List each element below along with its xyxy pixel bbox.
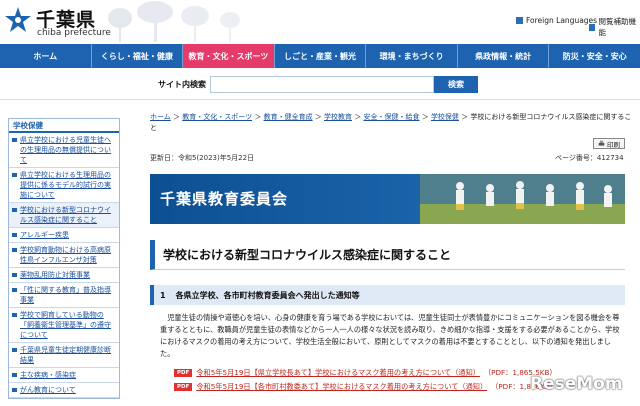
breadcrumb-link[interactable]: 教育・文化・スポーツ bbox=[182, 113, 252, 121]
breadcrumb-link[interactable]: 学校保健 bbox=[431, 113, 459, 121]
accessibility-link[interactable]: 閲覧補助機能 bbox=[589, 16, 640, 38]
section-body: 児童生徒の情操や道徳心を培い、心身の健康を育う場である学校においては、児童生徒同… bbox=[160, 312, 625, 360]
breadcrumb-link[interactable]: 安全・保健・給食 bbox=[363, 113, 419, 121]
pdf-icon: PDF bbox=[174, 369, 192, 377]
page-id: ページ番号：412734 bbox=[555, 153, 624, 163]
sidebar-title[interactable]: 学校保健 bbox=[9, 119, 119, 133]
breadcrumb-link[interactable]: 教育・健全育成 bbox=[264, 113, 313, 121]
pdf-link-label[interactable]: 令和5年5月19日【県立学校長あて】学校におけるマスク着用の考え方について（通知… bbox=[196, 368, 480, 378]
pdf-link-1[interactable]: PDF 令和5年5月19日【県立学校長あて】学校におけるマスク着用の考え方につい… bbox=[174, 368, 557, 378]
sidebar-item[interactable]: 主な疾病・感染症 bbox=[9, 368, 119, 383]
sidebar-item[interactable]: 学校飼育動物における高病原性鳥インフルエンザ対策 bbox=[9, 243, 119, 268]
search-label: サイト内検索 bbox=[158, 79, 206, 90]
foreign-languages-link[interactable]: Foreign Languages bbox=[516, 16, 597, 25]
printer-icon bbox=[598, 140, 605, 147]
site-search: サイト内検索 検索 bbox=[0, 68, 640, 100]
updated-date: 更新日：令和5(2023)年5月22日 bbox=[150, 153, 254, 163]
bullet-icon bbox=[12, 388, 17, 392]
bullet-icon bbox=[12, 248, 17, 252]
bullet-icon bbox=[12, 288, 17, 292]
pdf-link-2[interactable]: PDF 令和5年5月19日【各市町村教委あて】学校におけるマスク着用の考え方につ… bbox=[174, 382, 557, 392]
sidebar-item[interactable]: アレルギー疾患 bbox=[9, 228, 119, 243]
section-title: 各県立学校、各市町村教育委員会へ発出した通知等 bbox=[176, 290, 360, 301]
resemom-watermark: ReseMom bbox=[530, 374, 623, 394]
banner-title: 千葉県教育委員会 bbox=[160, 188, 288, 209]
sidebar-item[interactable]: がん教育について bbox=[9, 383, 119, 398]
search-button[interactable]: 検索 bbox=[434, 76, 478, 93]
sidebar: 学校保健 県立学校における児童生徒への生理用品の無償提供について 県立学校におけ… bbox=[8, 118, 120, 399]
nav-environment[interactable]: 環境・まちづくり bbox=[366, 44, 458, 68]
bullet-icon bbox=[12, 138, 17, 142]
section-heading: 1 各県立学校、各市町村教育委員会へ発出した通知等 bbox=[150, 285, 625, 305]
nav-education[interactable]: 教育・文化・スポーツ bbox=[183, 44, 275, 68]
section-number: 1 bbox=[160, 291, 166, 300]
sidebar-item[interactable]: 薬物乱用防止対策事業 bbox=[9, 268, 119, 283]
breadcrumb: ホーム ＞ 教育・文化・スポーツ ＞ 教育・健全育成 ＞ 学校教育 ＞ 安全・保… bbox=[150, 112, 635, 134]
sidebar-item[interactable]: 千葉県児童生徒定期健康診断結果 bbox=[9, 343, 119, 368]
sidebar-item[interactable]: 県立学校における生理用品の提供に係るモデル的試行の実施について bbox=[9, 168, 119, 203]
bullet-icon bbox=[12, 208, 17, 212]
pdf-icon: PDF bbox=[174, 383, 192, 391]
bullet-icon bbox=[12, 233, 17, 237]
bullet-icon bbox=[12, 348, 17, 352]
bullet-icon bbox=[12, 313, 17, 317]
sidebar-item[interactable]: 「性に関する教育」普及指導事業 bbox=[9, 283, 119, 308]
bullet-icon bbox=[12, 173, 17, 177]
students-photo-icon bbox=[420, 174, 625, 224]
sidebar-item-current[interactable]: 学校における新型コロナウイルス感染症に関すること bbox=[9, 203, 119, 228]
nav-work[interactable]: しごと・産業・観光 bbox=[275, 44, 367, 68]
site-header: 千葉県 chiba prefecture Foreign Languages 閲… bbox=[0, 0, 640, 44]
chiba-emblem-icon bbox=[4, 6, 32, 34]
breadcrumb-link[interactable]: ホーム bbox=[150, 113, 171, 121]
print-button[interactable]: 印刷 bbox=[593, 138, 625, 149]
nav-disaster[interactable]: 防災・安全・安心 bbox=[549, 44, 640, 68]
bullet-icon bbox=[12, 273, 17, 277]
page-title: 学校における新型コロナウイルス感染症に関すること bbox=[150, 240, 625, 270]
global-nav: ホーム くらし・福祉・健康 教育・文化・スポーツ しごと・産業・観光 環境・まち… bbox=[0, 44, 640, 68]
sidebar-item[interactable]: 学校で飼育している動物の「飼養衛生管理基準」の遵守について bbox=[9, 308, 119, 343]
nav-government[interactable]: 県政情報・統計 bbox=[458, 44, 550, 68]
search-input[interactable] bbox=[210, 76, 434, 93]
nav-home[interactable]: ホーム bbox=[0, 44, 92, 68]
arrow-icon bbox=[589, 24, 595, 31]
board-banner: 千葉県教育委員会 bbox=[150, 174, 625, 224]
bullet-icon bbox=[12, 373, 17, 377]
decorative-trees-icon bbox=[100, 0, 250, 44]
breadcrumb-link[interactable]: 学校教育 bbox=[324, 113, 352, 121]
arrow-icon bbox=[516, 17, 523, 24]
sidebar-item[interactable]: 県立学校における児童生徒への生理用品の無償提供について bbox=[9, 133, 119, 168]
nav-living[interactable]: くらし・福祉・健康 bbox=[92, 44, 184, 68]
pdf-link-label[interactable]: 令和5年5月19日【各市町村教委あて】学校におけるマスク着用の考え方について（通… bbox=[196, 382, 487, 392]
